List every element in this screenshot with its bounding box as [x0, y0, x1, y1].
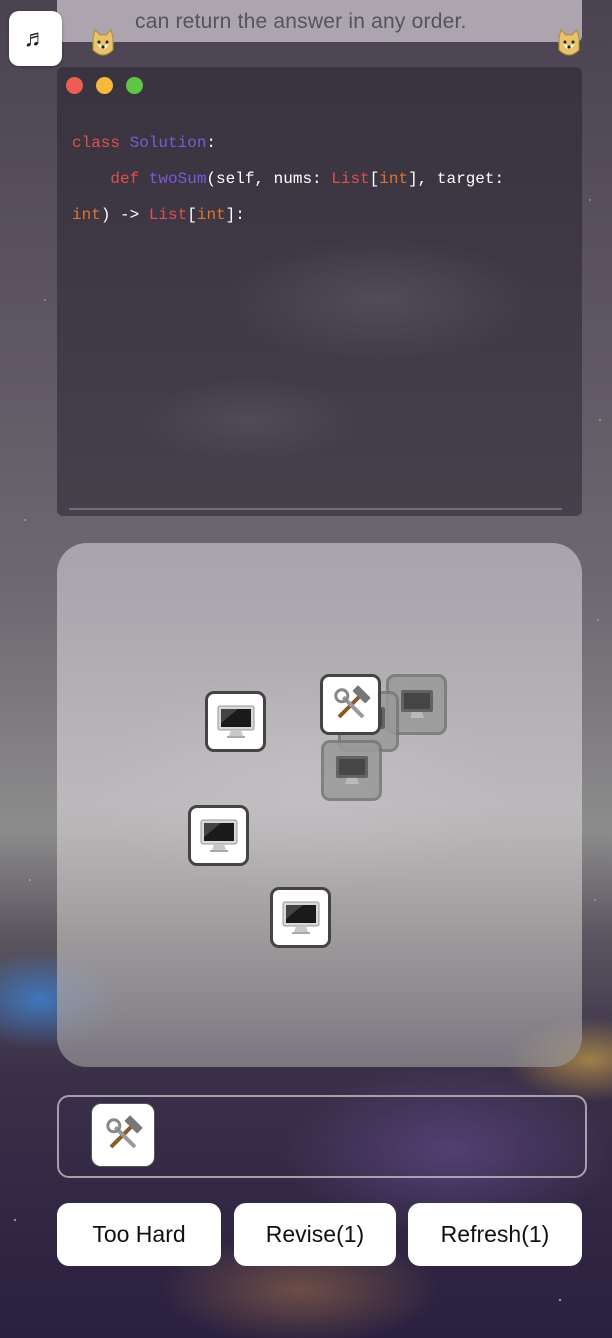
computer-icon: [200, 819, 237, 852]
selected-tiles-tray[interactable]: [57, 1095, 587, 1178]
code-token: List: [148, 206, 188, 224]
problem-text: can return the answer in any order.: [135, 10, 467, 33]
code-editor[interactable]: class Solution: def twoSum(self, nums: L…: [57, 67, 582, 516]
refresh-button[interactable]: Refresh(1): [408, 1203, 582, 1266]
code-content[interactable]: class Solution: def twoSum(self, nums: L…: [72, 125, 572, 233]
code-token: [: [369, 170, 380, 188]
editor-scrollbar[interactable]: [69, 508, 562, 510]
code-token: twoSum: [148, 170, 207, 188]
music-note-icon: ♬: [23, 24, 48, 52]
minimize-window-dot: [96, 77, 113, 94]
doge-icon-left: [92, 29, 114, 56]
code-token: ], target:: [408, 170, 505, 188]
code-token: Solution: [129, 134, 207, 152]
computer-icon: [335, 755, 368, 784]
maximize-window-dot: [126, 77, 143, 94]
doge-icon-right: [558, 29, 580, 56]
tray-tile-tools[interactable]: [92, 1104, 154, 1166]
code-token: int: [196, 206, 226, 224]
problem-description-panel: can return the answer in any order.: [57, 0, 582, 42]
revise-button[interactable]: Revise(1): [234, 1203, 396, 1266]
code-line: int) -> List[int]:: [72, 197, 572, 233]
code-token: [: [187, 206, 197, 224]
music-toggle-button[interactable]: ♬: [9, 11, 62, 66]
puzzle-board[interactable]: [57, 543, 582, 1067]
board-tile-computer[interactable]: [205, 691, 266, 752]
board-tile-computer[interactable]: [270, 887, 331, 948]
code-token: int: [72, 206, 101, 224]
code-token: class: [72, 134, 130, 152]
close-window-dot: [66, 77, 83, 94]
code-token: List: [331, 170, 370, 188]
computer-icon: [400, 689, 433, 718]
too-hard-button[interactable]: Too Hard: [57, 1203, 221, 1266]
computer-icon: [282, 901, 319, 934]
board-tile-computer[interactable]: [188, 805, 249, 866]
board-tile-computer-ghost: [321, 740, 382, 801]
tools-icon: [333, 685, 370, 718]
code-line: class Solution:: [72, 125, 572, 161]
code-token: ]:: [225, 206, 245, 224]
code-token: int: [379, 170, 409, 188]
code-line: def twoSum(self, nums: List[int], target…: [72, 161, 572, 197]
code-token: def: [72, 170, 149, 188]
tools-icon: [106, 1115, 143, 1149]
code-token: ) ->: [100, 206, 149, 224]
code-token: :: [206, 134, 217, 152]
computer-icon: [217, 705, 254, 738]
code-token: (self, nums:: [206, 170, 332, 188]
board-tile-tools[interactable]: [320, 674, 381, 735]
